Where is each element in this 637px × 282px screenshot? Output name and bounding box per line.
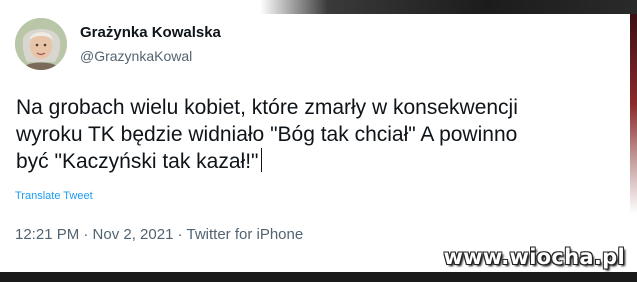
tweet-timestamp-source[interactable]: 12:21 PM · Nov 2, 2021 · Twitter for iPh…: [15, 226, 303, 243]
text-cursor: [260, 148, 262, 172]
author-name[interactable]: Grażynka Kowalska: [80, 24, 221, 41]
tweet-text-content: Na grobach wielu kobiet, które zmarły w …: [16, 96, 518, 173]
bottom-dark-bar: [0, 272, 637, 282]
avatar[interactable]: [15, 18, 67, 70]
author-handle[interactable]: @GrazynkaKowal: [80, 48, 192, 64]
top-blurred-strip: [260, 0, 637, 14]
translate-tweet-link[interactable]: Translate Tweet: [15, 190, 93, 202]
tweet-text: Na grobach wielu kobiet, które zmarły w …: [16, 94, 636, 175]
watermark: www.wiocha.pl: [443, 245, 625, 269]
profile-photo-icon: [15, 18, 67, 70]
